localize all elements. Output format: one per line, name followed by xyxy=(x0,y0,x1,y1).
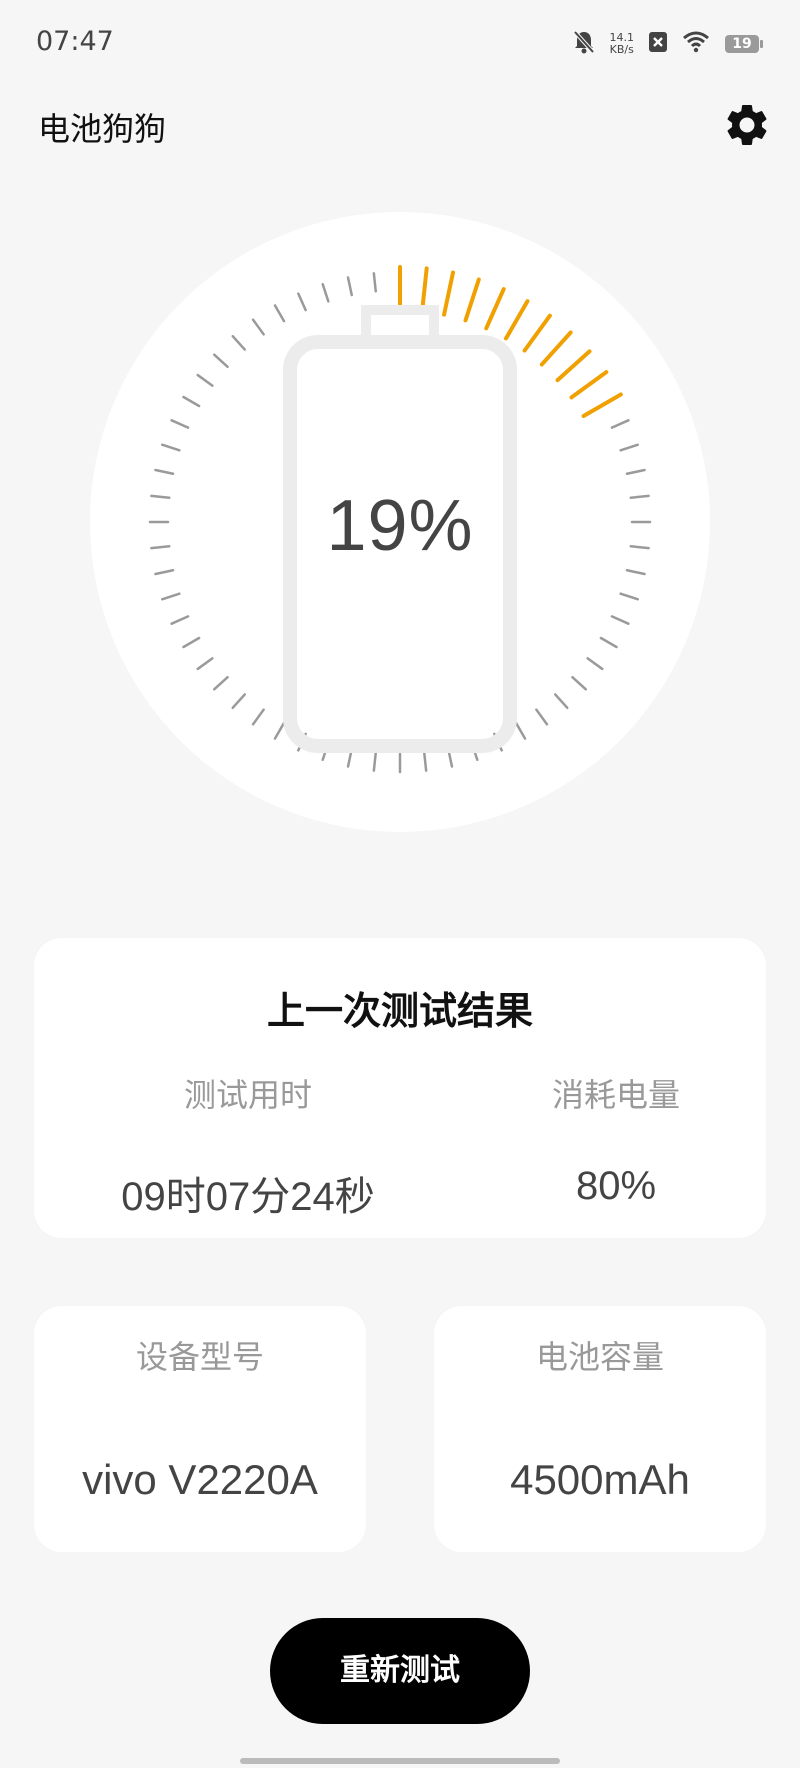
device-model-label: 设备型号 xyxy=(135,1338,264,1376)
home-indicator xyxy=(240,1758,560,1764)
battery-capacity-value: 4500mAh xyxy=(510,1456,690,1503)
battery-capacity-card: 电池容量 4500mAh xyxy=(434,1306,766,1552)
close-box-icon xyxy=(648,30,668,58)
status-icons: 14.1 KB/s 19 xyxy=(572,26,765,62)
duration-value: 09时07分24秒 xyxy=(121,1175,375,1219)
battery-level-text: 19 xyxy=(732,36,752,52)
app-title: 电池狗狗 xyxy=(38,110,167,148)
consumed-label: 消耗电量 xyxy=(551,1076,680,1114)
device-model-card: 设备型号 vivo V2220A xyxy=(34,1306,366,1552)
status-time: 07:47 xyxy=(36,26,114,57)
settings-button[interactable] xyxy=(722,100,772,150)
bell-off-icon xyxy=(572,29,596,59)
battery-capacity-label: 电池容量 xyxy=(535,1338,664,1376)
device-model-value: vivo V2220A xyxy=(82,1456,318,1503)
gear-icon xyxy=(727,104,767,145)
last-result-card: 上一次测试结果 测试用时 消耗电量 09时07分24秒 80% xyxy=(34,938,766,1238)
wifi-icon xyxy=(682,31,710,57)
retest-button[interactable]: 重新测试 xyxy=(270,1618,530,1724)
battery-percent: 19% xyxy=(326,486,474,566)
battery-icon: 19 xyxy=(724,33,764,55)
net-speed: 14.1 KB/s xyxy=(610,32,635,56)
duration-label: 测试用时 xyxy=(183,1076,312,1114)
last-result-title: 上一次测试结果 xyxy=(266,989,533,1033)
consumed-value: 80% xyxy=(575,1164,657,1208)
net-speed-unit: KB/s xyxy=(609,43,634,56)
status-bar: 07:47 14.1 KB/s 19 xyxy=(0,0,800,90)
